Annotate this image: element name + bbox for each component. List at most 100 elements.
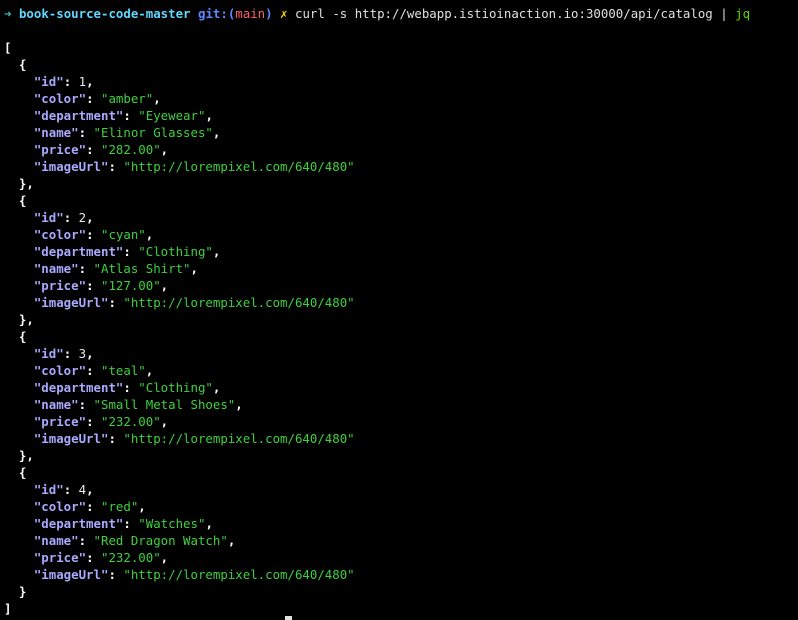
json-field-name: "name": "Small Metal Shoes",	[33, 397, 243, 412]
json-value: "232.00"	[100, 414, 161, 429]
json-field-department: "department": "Eyewear",	[33, 108, 213, 123]
json-value: "Red Dragon Watch"	[93, 533, 228, 548]
json-key: "color"	[33, 227, 87, 242]
json-key: "name"	[33, 533, 79, 548]
json-brace-open: {	[4, 57, 27, 72]
json-key: "department"	[33, 244, 124, 259]
json-key: "name"	[33, 261, 79, 276]
git-label: git:(	[197, 6, 236, 21]
prompt-line: ➜ book-source-code-master git:(main) ✗ c…	[4, 5, 750, 22]
json-field-color: "color": "teal",	[33, 363, 154, 378]
terminal-cursor	[285, 616, 292, 620]
json-field-imageUrl: "imageUrl": "http://lorempixel.com/640/4…	[33, 295, 355, 310]
json-key: "price"	[33, 414, 87, 429]
json-value: "teal"	[100, 363, 146, 378]
json-brace-open: {	[4, 465, 27, 480]
json-key: "id"	[33, 210, 64, 225]
json-value: "Clothing"	[138, 380, 213, 395]
json-field-color: "color": "red",	[33, 499, 146, 514]
json-field-color: "color": "cyan",	[33, 227, 154, 242]
json-value: "http://lorempixel.com/640/480"	[123, 567, 355, 582]
json-value: "http://lorempixel.com/640/480"	[123, 431, 355, 446]
json-line: {	[4, 56, 26, 73]
json-key: "department"	[33, 380, 124, 395]
json-bracket-close: ]	[4, 601, 12, 616]
json-line: {	[4, 328, 26, 345]
json-value: "Small Metal Shoes"	[93, 397, 236, 412]
json-value: "red"	[100, 499, 139, 514]
json-value: "cyan"	[100, 227, 146, 242]
json-value: 1	[78, 74, 87, 89]
json-value: "Atlas Shirt"	[93, 261, 191, 276]
json-key: "price"	[33, 550, 87, 565]
json-field-imageUrl: "imageUrl": "http://lorempixel.com/640/4…	[33, 431, 355, 446]
json-value: "282.00"	[100, 142, 161, 157]
json-value: "127.00"	[100, 278, 161, 293]
prompt-directory: book-source-code-master	[18, 6, 191, 21]
json-bracket-open: [	[4, 40, 12, 55]
json-value: 4	[78, 482, 87, 497]
json-field-department: "department": "Clothing",	[33, 380, 221, 395]
json-key: "name"	[33, 125, 79, 140]
json-line: {	[4, 192, 26, 209]
json-field-price: "price": "232.00",	[33, 414, 169, 429]
json-key: "id"	[33, 346, 64, 361]
json-value: "Elinor Glasses"	[93, 125, 213, 140]
json-key: "imageUrl"	[33, 431, 109, 446]
json-field-id: "id": 3,	[33, 346, 94, 361]
json-brace-open: {	[4, 193, 27, 208]
json-brace-close: }	[4, 584, 27, 599]
json-key: "id"	[33, 74, 64, 89]
json-key: "department"	[33, 108, 124, 123]
json-field-id: "id": 2,	[33, 210, 94, 225]
json-key: "id"	[33, 482, 64, 497]
json-key: "imageUrl"	[33, 295, 109, 310]
json-value: 2	[78, 210, 87, 225]
json-line: ]	[4, 600, 11, 617]
json-key: "imageUrl"	[33, 159, 109, 174]
json-brace-close: },	[4, 312, 34, 327]
json-key: "name"	[33, 397, 79, 412]
json-field-color: "color": "amber",	[33, 91, 161, 106]
json-line: }	[4, 583, 26, 600]
json-key: "price"	[33, 278, 87, 293]
json-field-name: "name": "Red Dragon Watch",	[33, 533, 236, 548]
terminal-window[interactable]: ➜ book-source-code-master git:(main) ✗ c…	[0, 0, 798, 620]
git-branch: main	[235, 6, 266, 21]
json-key: "price"	[33, 142, 87, 157]
json-brace-close: },	[4, 448, 34, 463]
json-value: "http://lorempixel.com/640/480"	[123, 295, 355, 310]
json-value: "amber"	[100, 91, 154, 106]
json-field-id: "id": 4,	[33, 482, 94, 497]
json-line: },	[4, 311, 34, 328]
json-brace-close: },	[4, 176, 34, 191]
command-text: curl -s http://webapp.istioinaction.io:3…	[295, 6, 736, 21]
git-label-close: )	[265, 6, 273, 21]
json-key: "color"	[33, 91, 87, 106]
json-field-price: "price": "282.00",	[33, 142, 169, 157]
json-line: },	[4, 447, 34, 464]
json-field-department: "department": "Clothing",	[33, 244, 221, 259]
json-field-name: "name": "Elinor Glasses",	[33, 125, 221, 140]
json-value: "Watches"	[138, 516, 206, 531]
json-field-price: "price": "232.00",	[33, 550, 169, 565]
json-line: {	[4, 464, 26, 481]
json-line: },	[4, 175, 34, 192]
json-value: "Eyewear"	[138, 108, 206, 123]
json-field-imageUrl: "imageUrl": "http://lorempixel.com/640/4…	[33, 159, 355, 174]
dirty-marker-icon: ✗	[280, 6, 288, 21]
json-field-id: "id": 1,	[33, 74, 94, 89]
json-field-name: "name": "Atlas Shirt",	[33, 261, 198, 276]
command-jq: jq	[735, 6, 751, 21]
json-brace-open: {	[4, 329, 27, 344]
json-value: "232.00"	[100, 550, 161, 565]
json-field-imageUrl: "imageUrl": "http://lorempixel.com/640/4…	[33, 567, 355, 582]
json-field-department: "department": "Watches",	[33, 516, 213, 531]
prompt-arrow-icon: ➜	[4, 6, 12, 21]
json-field-price: "price": "127.00",	[33, 278, 169, 293]
json-key: "color"	[33, 363, 87, 378]
json-key: "color"	[33, 499, 87, 514]
json-value: "http://lorempixel.com/640/480"	[123, 159, 355, 174]
json-value: 3	[78, 346, 87, 361]
json-value: "Clothing"	[138, 244, 213, 259]
